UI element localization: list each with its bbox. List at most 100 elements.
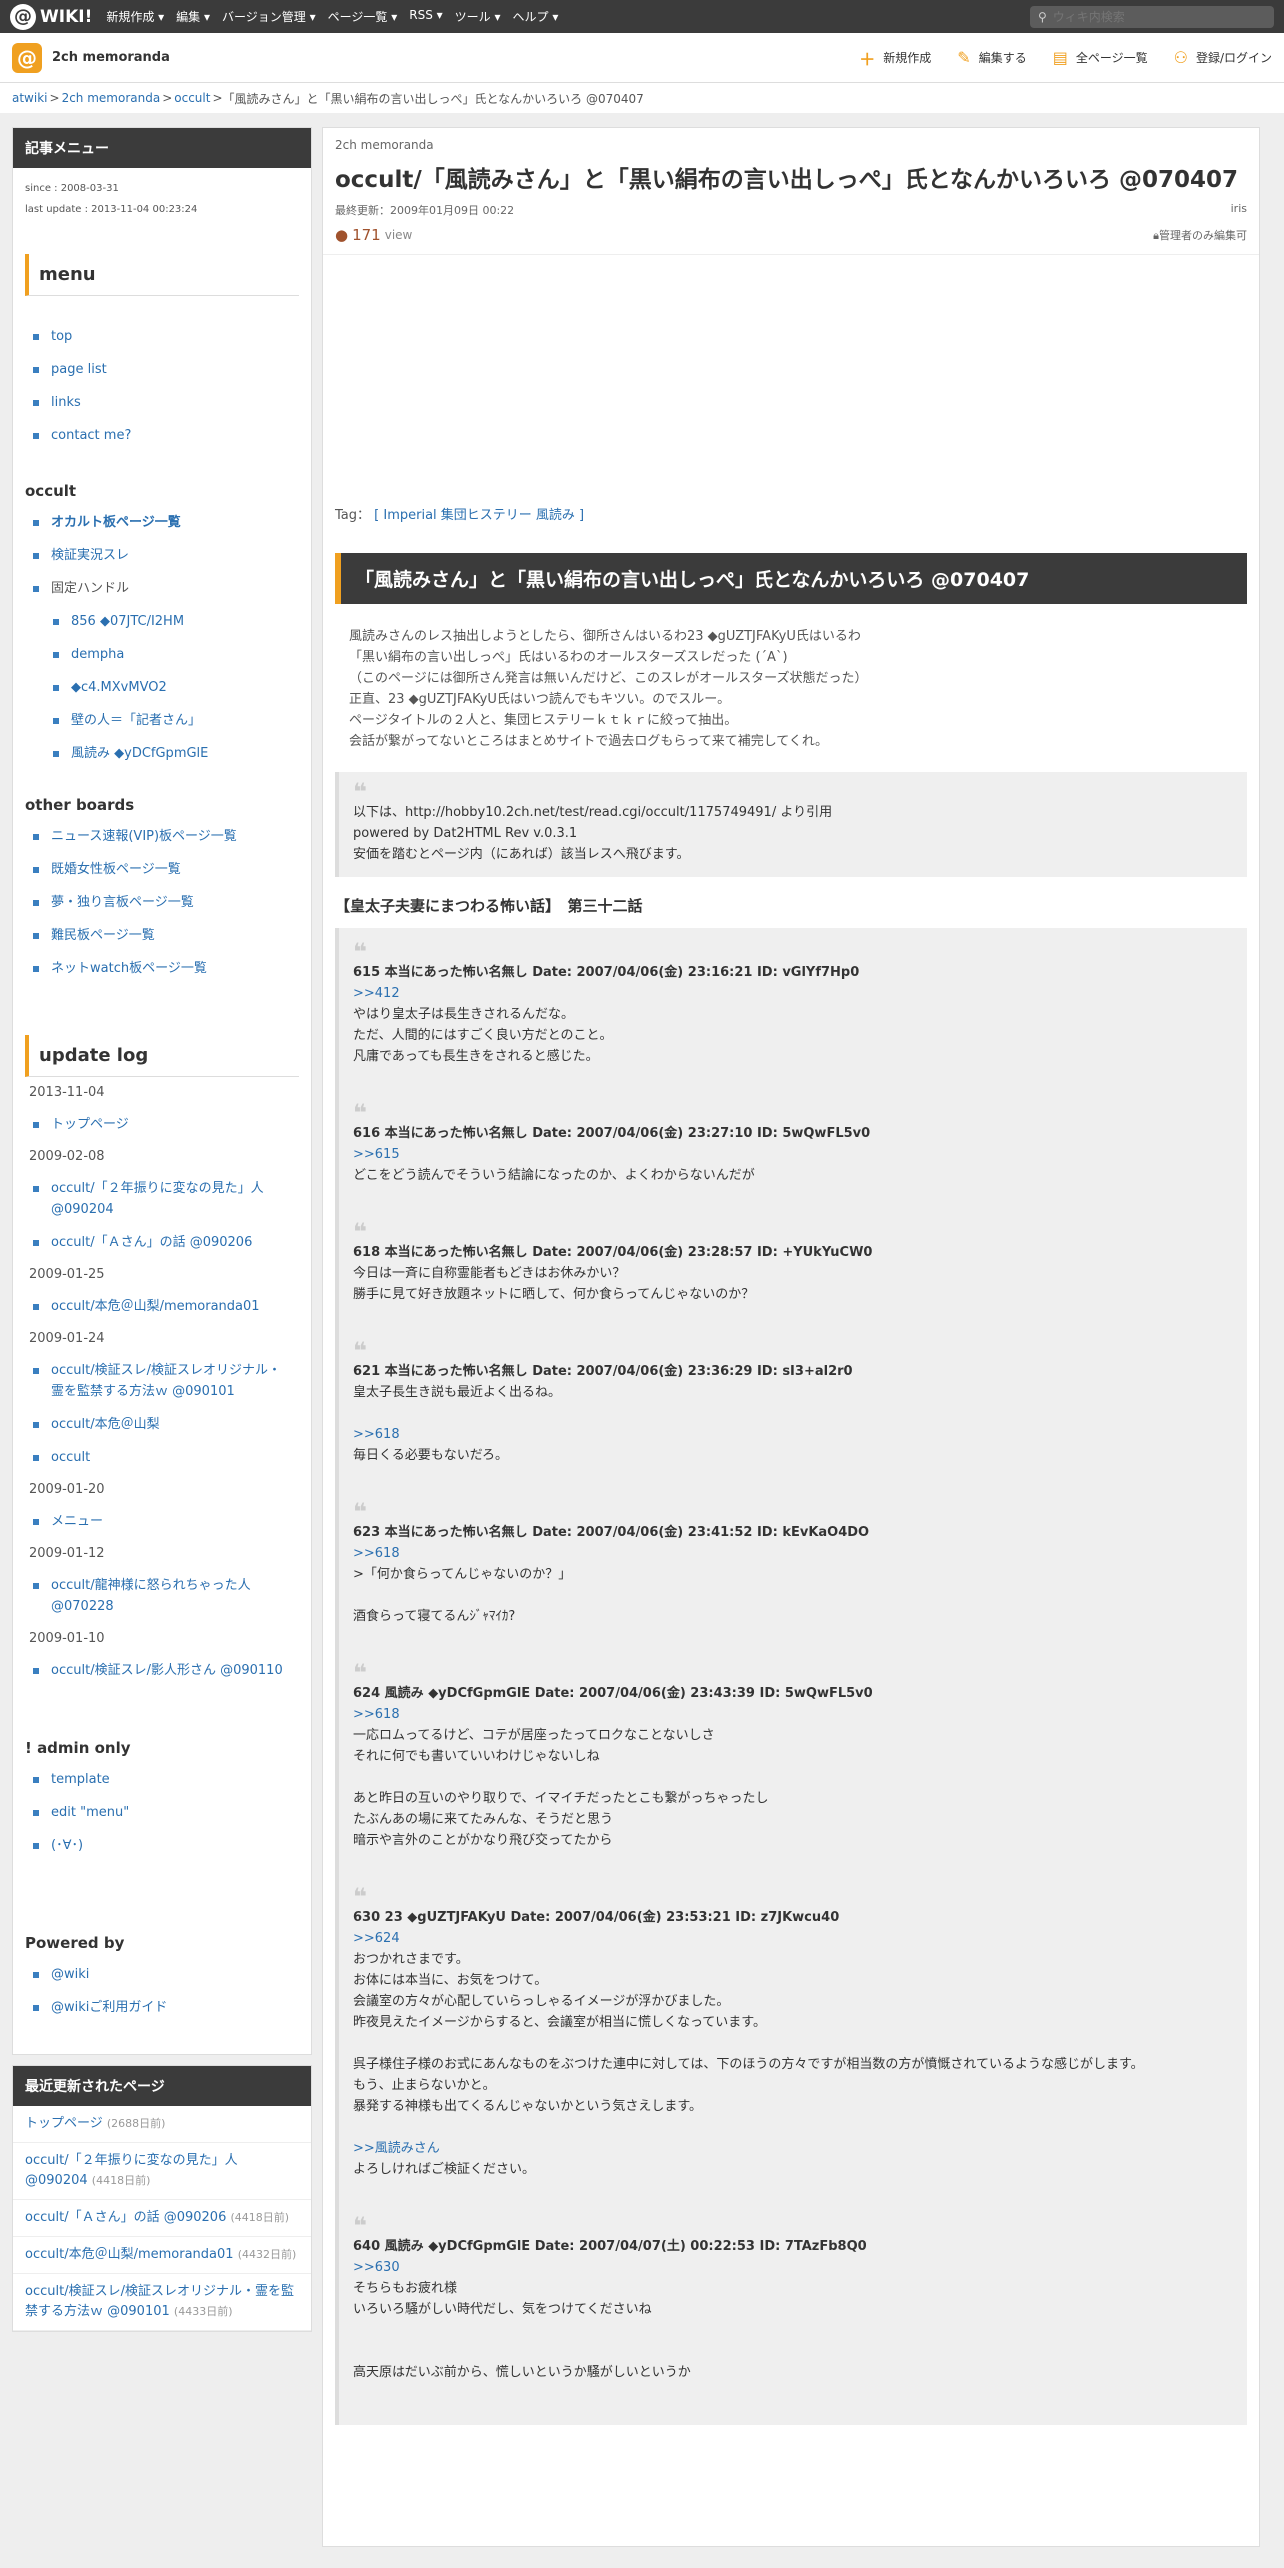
update-list: トップページ [13, 1108, 311, 1141]
recent-pages-list: トップページ (2688日前) occult/「２年振りに変なの見た」人 @090… [13, 2106, 311, 2331]
response-body: >>618 一応ロムってるけど、コテが居座ったってロクなことないしさ それに何でも書… [353, 1704, 1233, 1851]
quote-icon: ❝ [353, 938, 368, 966]
menu-list: top page list links contact me? [13, 320, 311, 452]
site-name[interactable]: 2ch memoranda [52, 50, 170, 65]
response-line: お体には本当に、お気をつけて。 [353, 1973, 548, 1988]
update-item: トップページ [33, 1108, 291, 1141]
view-count: ● 171 view 🔒︎管理者のみ編集可 [335, 226, 1247, 244]
response-line: 一応ロムってるけど、コテが居座ったってロクなことないしさ [353, 1728, 715, 1743]
intro-line: 正直、23 ◆gUZTJFAKyU氏はいつ読んでもキツい。のでスルー。 [349, 692, 731, 707]
quote-icon: ❝ [353, 1099, 368, 1127]
menu-new[interactable]: 新規作成 ▾ [106, 8, 164, 25]
response-line [353, 2320, 1233, 2341]
ad-space [323, 254, 1259, 504]
response-line [353, 2117, 1233, 2138]
update-item: occult/検証スレ/検証スレオリジナル・霊を監禁する方法ｗ @090101 [33, 1354, 291, 1408]
response-line [353, 1403, 1233, 1424]
response-body: 今日は一斉に自称霊能者もどきはお休みかい？ 勝手に見て好き放題ネットに晒して、何か… [353, 1263, 1233, 1305]
response-line: もう、止まらないかと。 [353, 2078, 496, 2093]
response-body: >>615 どこをどう読んでそういう結論になったのか、よくわからないんだが [353, 1144, 1233, 1186]
response-header: 640 風読み ◆yDCfGpmGlE Date: 2007/04/07(土) … [353, 2239, 867, 2254]
login-button[interactable]: ⚇ 登録/ログイン [1174, 46, 1272, 70]
edit-button[interactable]: ✎ 編集する [957, 46, 1026, 70]
search-box[interactable]: ⚲ [1030, 5, 1274, 28]
response-line: 皇太子長生き説も最近よく出るね。 [353, 1385, 562, 1400]
article-menu-header: 記事メニュー [13, 128, 311, 168]
menu-rss[interactable]: RSS ▾ [409, 8, 442, 25]
response: ❝ 624 風読み ◆yDCfGpmGlE Date: 2007/04/06(金)… [353, 1649, 1233, 1851]
response-header: 616 本当にあった怖い名無し Date: 2007/04/06(金) 23:2… [353, 1126, 871, 1141]
response-line [353, 1585, 1233, 1606]
response-header: 618 本当にあった怖い名無し Date: 2007/04/06(金) 23:2… [353, 1245, 873, 1260]
update-date: 2009-01-10 [29, 1631, 105, 1646]
response-body: 皇太子長生き説も最近よく出るね。 >>618 毎日くる必要もないだろ。 [353, 1382, 1233, 1466]
menu-item: top [33, 320, 291, 353]
quote-icon: ❝ [353, 1659, 368, 1687]
update-item: occult/「２年振りに変なの見た」人 @090204 [33, 1172, 291, 1226]
response-line: 高天原はだいぶ前から、慌しいというか騒がしいというか [353, 2365, 691, 2380]
menu-item: contact me? [33, 419, 291, 452]
update-date: 2009-01-24 [29, 1331, 105, 1346]
anchor-link[interactable]: >>624 [353, 1928, 1233, 1949]
anchor-link[interactable]: >>615 [353, 1144, 1233, 1165]
update-log: 2013-11-04 トップページ 2009-02-08 occult/「２年振りに変… [13, 1077, 311, 1687]
anchor-link[interactable]: >>618 [353, 1424, 1233, 1445]
crumb-site[interactable]: 2ch memoranda [62, 91, 161, 105]
admin-item: edit "menu" [33, 1796, 291, 1829]
search-input[interactable] [1052, 9, 1253, 24]
anchor-link[interactable]: >>618 [353, 1704, 1233, 1725]
article-heading: 「風読みさん」と「黒い絹布の言い出しっぺ」氏となんかいろいろ @070407 [335, 553, 1247, 604]
quote-icon: ❝ [353, 1337, 368, 1365]
new-page-button[interactable]: ＋新規作成 [859, 46, 931, 70]
intro-text: 風読みさんのレス抽出しようとしたら、御所さんはいるわ23 ◆gUZTJFAKyU… [323, 626, 1259, 752]
top-menu: 新規作成 ▾ 編集 ▾ バージョン管理 ▾ ページ一覧 ▾ RSS ▾ ツール … [106, 8, 558, 25]
main-content: 2ch memoranda occult/「風読みさん」と「黒い絹布の言い出しっ… [322, 127, 1260, 2547]
response-line: 会議室の方々が心配していらっしゃるイメージが浮かびました。 [353, 1994, 730, 2009]
anchor-link[interactable]: >>630 [353, 2257, 1233, 2278]
crumb-atwiki[interactable]: atwiki [12, 91, 48, 105]
response-line: 暴発する神様も出てくるんじゃないかという気さえします。 [353, 2099, 703, 2114]
update-list: occult/龍神様に怒られちゃった人 @070228 [13, 1569, 311, 1623]
site-actions: ＋新規作成 ✎ 編集する ▤ 全ページ一覧 ⚇ 登録/ログイン [859, 46, 1272, 70]
response-header: 615 本当にあった怖い名無し Date: 2007/04/06(金) 23:1… [353, 965, 860, 980]
admin-list: template edit "menu" (･∀･) [13, 1763, 311, 1862]
atwiki-logo[interactable]: @ WIKI! [10, 3, 92, 30]
recent-item: トップページ (2688日前) [13, 2106, 311, 2143]
response-header: 630 23 ◆gUZTJFAKyU Date: 2007/04/06(金) 2… [353, 1910, 840, 1925]
page-site-crumb[interactable]: 2ch memoranda [335, 138, 1247, 152]
menu-version[interactable]: バージョン管理 ▾ [222, 8, 316, 25]
menu-pages[interactable]: ページ一覧 ▾ [328, 8, 398, 25]
board-item: ネットwatch板ページ一覧 [33, 952, 291, 985]
intro-line: 会話が繋がってないところはまとめサイトで過去ログもらって来て補完してくれ。 [349, 734, 829, 749]
quote-icon: ❝ [353, 1218, 368, 1246]
menu-tools[interactable]: ツール ▾ [455, 8, 501, 25]
site-bar: @ 2ch memoranda ＋新規作成 ✎ 編集する ▤ 全ページ一覧 ⚇ 登録/… [0, 33, 1284, 83]
other-boards-title: other boards [25, 796, 135, 814]
response-body: >>412 やはり皇太子は長生きされるんだな。 ただ、人間的にはすごく良い方だとのこ… [353, 983, 1233, 1067]
update-item: occult/本危＠山梨 [33, 1408, 291, 1441]
response-line: 酒食らって寝てるんｼﾞｬﾏｲｶ? [353, 1609, 516, 1624]
crumb-occult[interactable]: occult [174, 91, 210, 105]
response-line: 呉子様住子様のお式にあんなものをぶつけた連中に対しては、下のほうの方々ですが相当… [353, 2057, 1144, 2072]
menu-edit[interactable]: 編集 ▾ [176, 8, 210, 25]
site-icon[interactable]: @ [12, 42, 42, 73]
response-header: 623 本当にあった怖い名無し Date: 2007/04/06(金) 23:4… [353, 1525, 870, 1540]
admin-item: template [33, 1763, 291, 1796]
anchor-link[interactable]: >>風読みさん [353, 2138, 1233, 2159]
board-item: 既婚女性板ページ一覧 [33, 853, 291, 886]
anchor-link[interactable]: >>618 [353, 1543, 1233, 1564]
response: ❝ 621 本当にあった怖い名無し Date: 2007/04/06(金) 23:… [353, 1327, 1233, 1466]
menu-help[interactable]: ヘルプ ▾ [513, 8, 559, 25]
page-author[interactable]: iris [1231, 202, 1247, 218]
all-pages-button[interactable]: ▤ 全ページ一覧 [1053, 46, 1148, 70]
thread-responses: ❝ 615 本当にあった怖い名無し Date: 2007/04/06(金) 23:… [335, 928, 1247, 2425]
response: ❝ 623 本当にあった怖い名無し Date: 2007/04/06(金) 23:… [353, 1488, 1233, 1627]
anchor-link[interactable]: >>412 [353, 983, 1233, 1004]
update-item: occult/検証スレ/影人形さん @090110 [33, 1654, 291, 1687]
tag-links[interactable]: [ Imperial 集団ヒステリー 風読み ] [374, 508, 584, 523]
thread-title: 【皇太子夫妻にまつわる怖い話】 第三十二話 [335, 897, 643, 915]
board-item: 難民板ページ一覧 [33, 919, 291, 952]
response-line [353, 2033, 1233, 2054]
response: ❝ 618 本当にあった怖い名無し Date: 2007/04/06(金) 23:… [353, 1208, 1233, 1305]
plus-icon: ＋ [859, 49, 876, 69]
